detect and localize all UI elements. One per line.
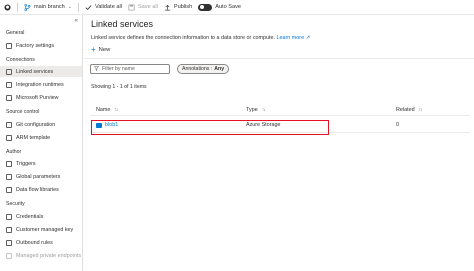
publish-button[interactable]: Publish bbox=[164, 4, 192, 11]
linked-service-related: 0 bbox=[396, 122, 399, 128]
branch-label: main branch bbox=[34, 4, 65, 10]
toggle-switch[interactable] bbox=[198, 3, 213, 11]
key-icon bbox=[6, 226, 12, 233]
items-count: Showing 1 - 1 of 1 items bbox=[91, 84, 147, 90]
main-content: Linked services Linked service defines t… bbox=[84, 15, 474, 271]
highlight-box bbox=[91, 120, 329, 135]
publish-icon bbox=[164, 4, 171, 11]
filter-by-name-input[interactable]: Filter by name bbox=[90, 64, 170, 74]
sidebar-item-label: Credentials bbox=[16, 213, 44, 220]
column-header-related[interactable]: Related ↑↓ bbox=[396, 107, 423, 113]
settings-icon bbox=[6, 42, 12, 49]
top-toolbar: main branch ⌄ Validate all Save all Publ… bbox=[0, 0, 474, 15]
sidebar-item-git-configuration[interactable]: Git configuration bbox=[0, 119, 82, 130]
branch-selector[interactable]: main branch ⌄ bbox=[24, 3, 72, 11]
collapse-sidebar-icon[interactable]: « bbox=[75, 18, 78, 24]
section-general: General bbox=[6, 30, 25, 36]
sidebar-item-label: Triggers bbox=[16, 160, 36, 167]
new-label: New bbox=[98, 47, 111, 53]
sidebar-item-label: Factory settings bbox=[16, 42, 55, 49]
divider bbox=[84, 58, 474, 59]
section-connections: Connections bbox=[6, 57, 35, 63]
filter-placeholder: Filter by name bbox=[102, 66, 135, 72]
toolbar-divider bbox=[78, 2, 79, 12]
sidebar-item-label: Customer managed key bbox=[16, 226, 74, 233]
sidebar-item-global-parameters[interactable]: Global parameters bbox=[0, 171, 82, 182]
section-security: Security bbox=[6, 201, 25, 207]
sidebar-item-label: Data flow libraries bbox=[16, 186, 59, 193]
sidebar-item-label: Git configuration bbox=[16, 121, 56, 128]
chevron-down-icon: ⌄ bbox=[67, 4, 72, 10]
section-author: Author bbox=[6, 149, 22, 155]
sort-icon: ↑↓ bbox=[261, 107, 266, 113]
description-text: Linked service defines the connection in… bbox=[91, 35, 275, 41]
linked-services-icon bbox=[6, 68, 12, 75]
sidebar-item-label: Outbound rules bbox=[16, 239, 53, 246]
filter-icon bbox=[93, 65, 100, 73]
outbound-rules-icon bbox=[6, 239, 12, 246]
sidebar-item-label: Managed private endpoints bbox=[16, 252, 82, 259]
auto-save-label: Auto Save bbox=[215, 4, 242, 10]
sort-icon: ↑↓ bbox=[114, 107, 118, 113]
sidebar-item-managed-private-endpoints[interactable]: Managed private endpoints bbox=[0, 250, 82, 261]
sidebar-item-customer-managed-key[interactable]: Customer managed key bbox=[0, 224, 82, 235]
save-icon bbox=[128, 4, 135, 11]
external-link-icon: ↗ bbox=[305, 35, 311, 41]
new-button[interactable]: + New bbox=[91, 45, 111, 54]
validate-all-label: Validate all bbox=[95, 4, 122, 10]
credentials-icon bbox=[6, 213, 12, 220]
publish-label: Publish bbox=[173, 4, 193, 10]
sidebar-item-label: Microsoft Purview bbox=[16, 94, 59, 101]
git-icon bbox=[6, 121, 12, 128]
sidebar-item-linked-services[interactable]: Linked services bbox=[0, 66, 82, 77]
page-title: Linked services bbox=[91, 19, 154, 29]
parameters-icon bbox=[6, 173, 12, 180]
learn-more-link[interactable]: Learn more ↗ bbox=[277, 35, 311, 41]
sidebar-item-microsoft-purview[interactable]: Microsoft Purview bbox=[0, 92, 82, 103]
sort-icon: ↑↓ bbox=[418, 107, 423, 113]
annotations-filter-pill[interactable]: Annotations : Any bbox=[177, 64, 230, 74]
checkmark-icon bbox=[85, 4, 92, 11]
purview-icon bbox=[6, 94, 12, 101]
arm-template-icon bbox=[6, 134, 12, 141]
sidebar-item-outbound-rules[interactable]: Outbound rules bbox=[0, 237, 82, 248]
private-endpoint-icon bbox=[6, 252, 12, 259]
branch-icon bbox=[24, 3, 31, 11]
toolbar-divider bbox=[17, 2, 18, 12]
plus-icon: + bbox=[91, 45, 96, 54]
column-header-type[interactable]: Type ↑↓ bbox=[246, 107, 266, 113]
sidebar-item-arm-template[interactable]: ARM template bbox=[0, 132, 82, 143]
sidebar-item-credentials[interactable]: Credentials bbox=[0, 211, 82, 222]
page-description: Linked service defines the connection in… bbox=[91, 35, 310, 41]
sidebar-item-label: ARM template bbox=[16, 134, 51, 141]
sidebar-item-label: Global parameters bbox=[16, 173, 61, 180]
auto-save-toggle[interactable]: Auto Save bbox=[198, 3, 242, 11]
trigger-icon bbox=[6, 160, 12, 167]
column-header-name[interactable]: Name ↑↓ bbox=[96, 107, 118, 113]
library-icon bbox=[6, 186, 12, 193]
sidebar-item-data-flow-libraries[interactable]: Data flow libraries bbox=[0, 184, 82, 195]
section-source-control: Source control bbox=[6, 109, 40, 115]
validate-all-button[interactable]: Validate all bbox=[85, 4, 122, 11]
sidebar-item-label: Linked services bbox=[16, 68, 54, 75]
sidebar: « General Factory settings Connections L… bbox=[0, 15, 83, 271]
annotations-value: Any bbox=[214, 66, 225, 72]
annotations-label: Annotations : bbox=[182, 66, 213, 72]
sidebar-item-label: Integration runtimes bbox=[16, 81, 64, 88]
sidebar-item-triggers[interactable]: Triggers bbox=[0, 158, 82, 169]
github-icon[interactable] bbox=[4, 3, 11, 11]
integration-runtime-icon bbox=[6, 81, 12, 88]
sidebar-item-factory-settings[interactable]: Factory settings bbox=[0, 40, 82, 51]
save-all-button[interactable]: Save all bbox=[128, 4, 158, 11]
save-all-label: Save all bbox=[137, 4, 158, 10]
sidebar-item-integration-runtimes[interactable]: Integration runtimes bbox=[0, 79, 82, 90]
table-header: Name ↑↓ Type ↑↓ Related ↑↓ bbox=[90, 106, 470, 116]
